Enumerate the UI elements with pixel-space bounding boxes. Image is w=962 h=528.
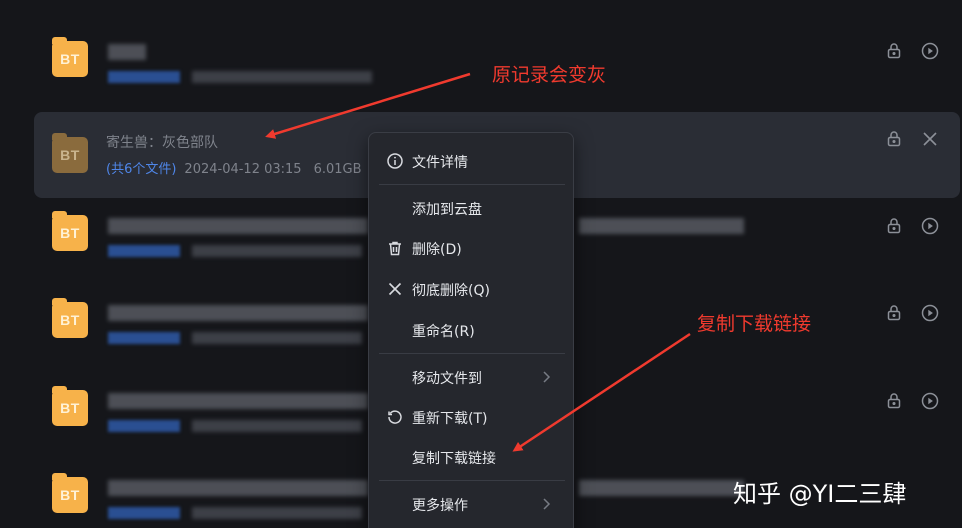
- blurred-title: [108, 393, 368, 409]
- lock-icon[interactable]: [885, 130, 903, 148]
- file-count[interactable]: (共6个文件): [106, 162, 176, 177]
- folder-icon: BT: [52, 298, 88, 338]
- play-icon[interactable]: [921, 304, 939, 322]
- menu-item-add-to-cloud[interactable]: 添加到云盘: [369, 188, 573, 228]
- folder-icon: BT: [52, 37, 88, 77]
- watermark: 知乎 @YI二三肆: [733, 480, 907, 508]
- menu-divider: [379, 480, 565, 481]
- folder-icon: BT: [52, 386, 88, 426]
- blurred-meta: [108, 245, 180, 257]
- file-meta: (共6个文件) 2024-04-12 03:15 6.01GB: [106, 158, 362, 177]
- blurred-title: [108, 480, 368, 496]
- menu-item-rename[interactable]: 重命名(R): [369, 310, 573, 350]
- blurred-meta: [108, 420, 180, 432]
- file-size: 6.01GB: [313, 162, 362, 177]
- menu-item-copy-link[interactable]: 复制下载链接: [369, 437, 573, 477]
- lock-icon[interactable]: [885, 217, 903, 235]
- list-item[interactable]: BT: [34, 16, 960, 102]
- menu-item-more-actions[interactable]: 更多操作: [369, 484, 573, 524]
- lock-icon[interactable]: [885, 42, 903, 60]
- trash-icon: [386, 239, 404, 257]
- play-icon[interactable]: [921, 42, 939, 60]
- menu-item-redownload[interactable]: 重新下载(T): [369, 397, 573, 437]
- file-title: 寄生兽：灰色部队: [106, 135, 218, 151]
- chevron-right-icon: [539, 496, 553, 512]
- menu-item-file-details[interactable]: 文件详情: [369, 141, 573, 181]
- blurred-meta: [108, 507, 180, 519]
- menu-divider: [379, 353, 565, 354]
- lock-icon[interactable]: [885, 392, 903, 410]
- menu-item-permanent-delete[interactable]: 彻底删除(Q): [369, 269, 573, 309]
- folder-icon: BT: [52, 133, 88, 173]
- context-menu: 文件详情 添加到云盘 删除(D) 彻底删除(Q) 重命名(R) 移动文件到 重新…: [368, 132, 574, 528]
- blurred-title: [108, 44, 146, 60]
- play-icon[interactable]: [921, 217, 939, 235]
- play-icon[interactable]: [921, 392, 939, 410]
- lock-icon[interactable]: [885, 304, 903, 322]
- refresh-icon: [386, 408, 404, 426]
- folder-icon: BT: [52, 473, 88, 513]
- menu-item-move-to[interactable]: 移动文件到: [369, 357, 573, 397]
- annotation-note-copy-link: 复制下载链接: [697, 313, 812, 335]
- blurred-meta: [108, 71, 180, 83]
- folder-icon: BT: [52, 211, 88, 251]
- blurred-title: [108, 218, 368, 234]
- blurred-meta: [108, 332, 180, 344]
- blurred-title: [108, 305, 368, 321]
- close-icon: [386, 280, 404, 298]
- chevron-right-icon: [539, 369, 553, 385]
- menu-divider: [379, 184, 565, 185]
- annotation-note-grey: 原记录会变灰: [492, 64, 607, 86]
- info-icon: [386, 152, 404, 170]
- file-date: 2024-04-12 03:15: [184, 162, 302, 177]
- menu-item-delete[interactable]: 删除(D): [369, 228, 573, 268]
- close-icon[interactable]: [921, 130, 939, 148]
